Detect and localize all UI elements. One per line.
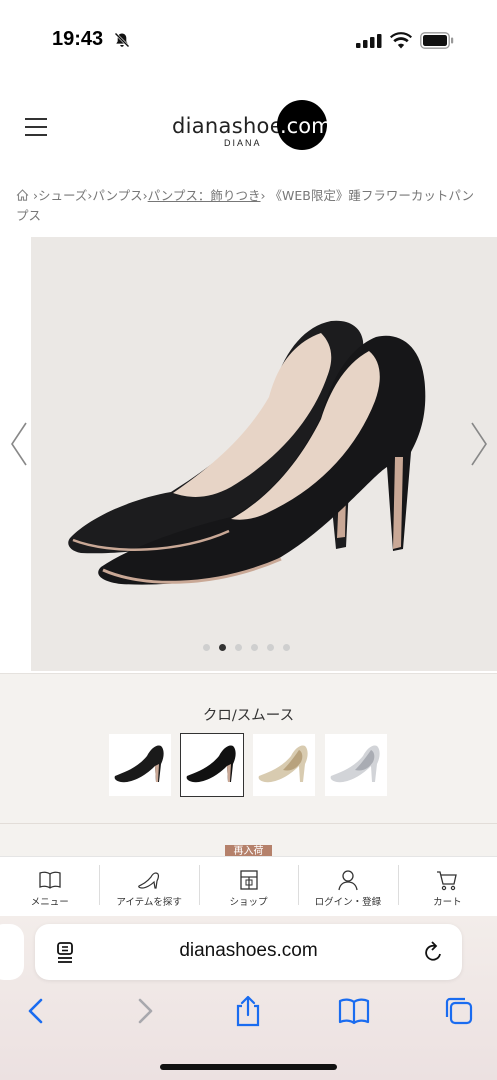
nav-shop[interactable]: ショップ: [198, 857, 298, 916]
slide-dot-4[interactable]: [251, 644, 258, 651]
hamburger-menu-icon[interactable]: [25, 118, 47, 136]
nav-search-label: アイテムを探す: [116, 897, 182, 908]
forward-icon[interactable]: [127, 994, 161, 1028]
color-swatches: [109, 733, 387, 797]
logo-com-text: .com: [280, 114, 332, 138]
breadcrumb: ›シューズ›パンプス›パンプス：飾りつき› 《WEB限定》踵フラワーカットパンプ…: [16, 188, 474, 223]
breadcrumb-shoes[interactable]: シューズ: [38, 188, 87, 203]
home-icon[interactable]: [16, 189, 29, 201]
nav-menu[interactable]: メニュー: [0, 857, 99, 916]
shop-icon: [239, 870, 258, 890]
status-bar: 19:43: [0, 0, 497, 78]
slide-indicator: [203, 644, 290, 651]
nav-login-label: ログイン・登録: [314, 897, 382, 908]
user-icon: [338, 870, 358, 891]
home-indicator: [160, 1064, 337, 1070]
logo-sub-text: DIANA: [224, 138, 262, 148]
wifi-icon: [390, 32, 412, 49]
previous-tab-peek[interactable]: [0, 924, 24, 980]
bell-off-icon: [114, 32, 130, 48]
nav-cart-label: カート: [433, 897, 462, 908]
nav-menu-label: メニュー: [30, 897, 69, 908]
safari-toolbar: [0, 992, 497, 1032]
back-icon[interactable]: [20, 994, 54, 1028]
reload-icon[interactable]: [423, 940, 445, 964]
share-icon[interactable]: [231, 994, 265, 1028]
site-logo[interactable]: dianashoes .com DIANA: [172, 100, 332, 152]
pumps-illustration: [68, 320, 426, 585]
logo-main-text: dianashoes: [172, 114, 295, 138]
bookmarks-icon[interactable]: [337, 994, 371, 1028]
site-header: dianashoes .com DIANA: [0, 78, 497, 174]
slide-dot-5[interactable]: [267, 644, 274, 651]
swatch-silver[interactable]: [325, 734, 387, 796]
nav-search[interactable]: アイテムを探す: [99, 857, 198, 916]
nav-shop-label: ショップ: [229, 897, 268, 908]
slide-dot-1[interactable]: [203, 644, 210, 651]
color-selector: クロ/スムース: [0, 673, 497, 823]
slide-dot-2[interactable]: [219, 644, 226, 651]
chevron-left-icon[interactable]: [8, 421, 30, 467]
selected-color-name: クロ/スムース: [202, 708, 295, 724]
product-image[interactable]: [31, 237, 466, 671]
breadcrumb-pumps[interactable]: パンプス: [92, 188, 142, 203]
bottom-nav: メニュー アイテムを探す ショップ ログイン・登録 カート: [0, 856, 497, 916]
cellular-signal-icon: [356, 34, 382, 48]
url-text: dianashoes.com: [179, 940, 318, 961]
slide-dot-6[interactable]: [283, 644, 290, 651]
battery-icon: [420, 32, 454, 49]
swatch-black-smooth[interactable]: [180, 733, 244, 797]
product-gallery[interactable]: [0, 237, 497, 673]
tabs-icon[interactable]: [442, 994, 476, 1028]
cart-icon: [437, 871, 458, 891]
heel-shoe-icon: [138, 872, 160, 889]
swatch-gold[interactable]: [253, 734, 315, 796]
book-icon: [39, 871, 61, 889]
chevron-right-icon[interactable]: [468, 421, 490, 467]
nav-cart[interactable]: カート: [397, 857, 497, 916]
breadcrumb-pumps-decorated[interactable]: パンプス：飾りつき: [148, 188, 261, 203]
address-bar[interactable]: dianashoes.com: [35, 924, 462, 980]
slide-dot-3[interactable]: [235, 644, 242, 651]
nav-login[interactable]: ログイン・登録: [298, 857, 397, 916]
swatch-black-suede[interactable]: [109, 734, 171, 796]
status-time: 19:43: [52, 28, 104, 50]
